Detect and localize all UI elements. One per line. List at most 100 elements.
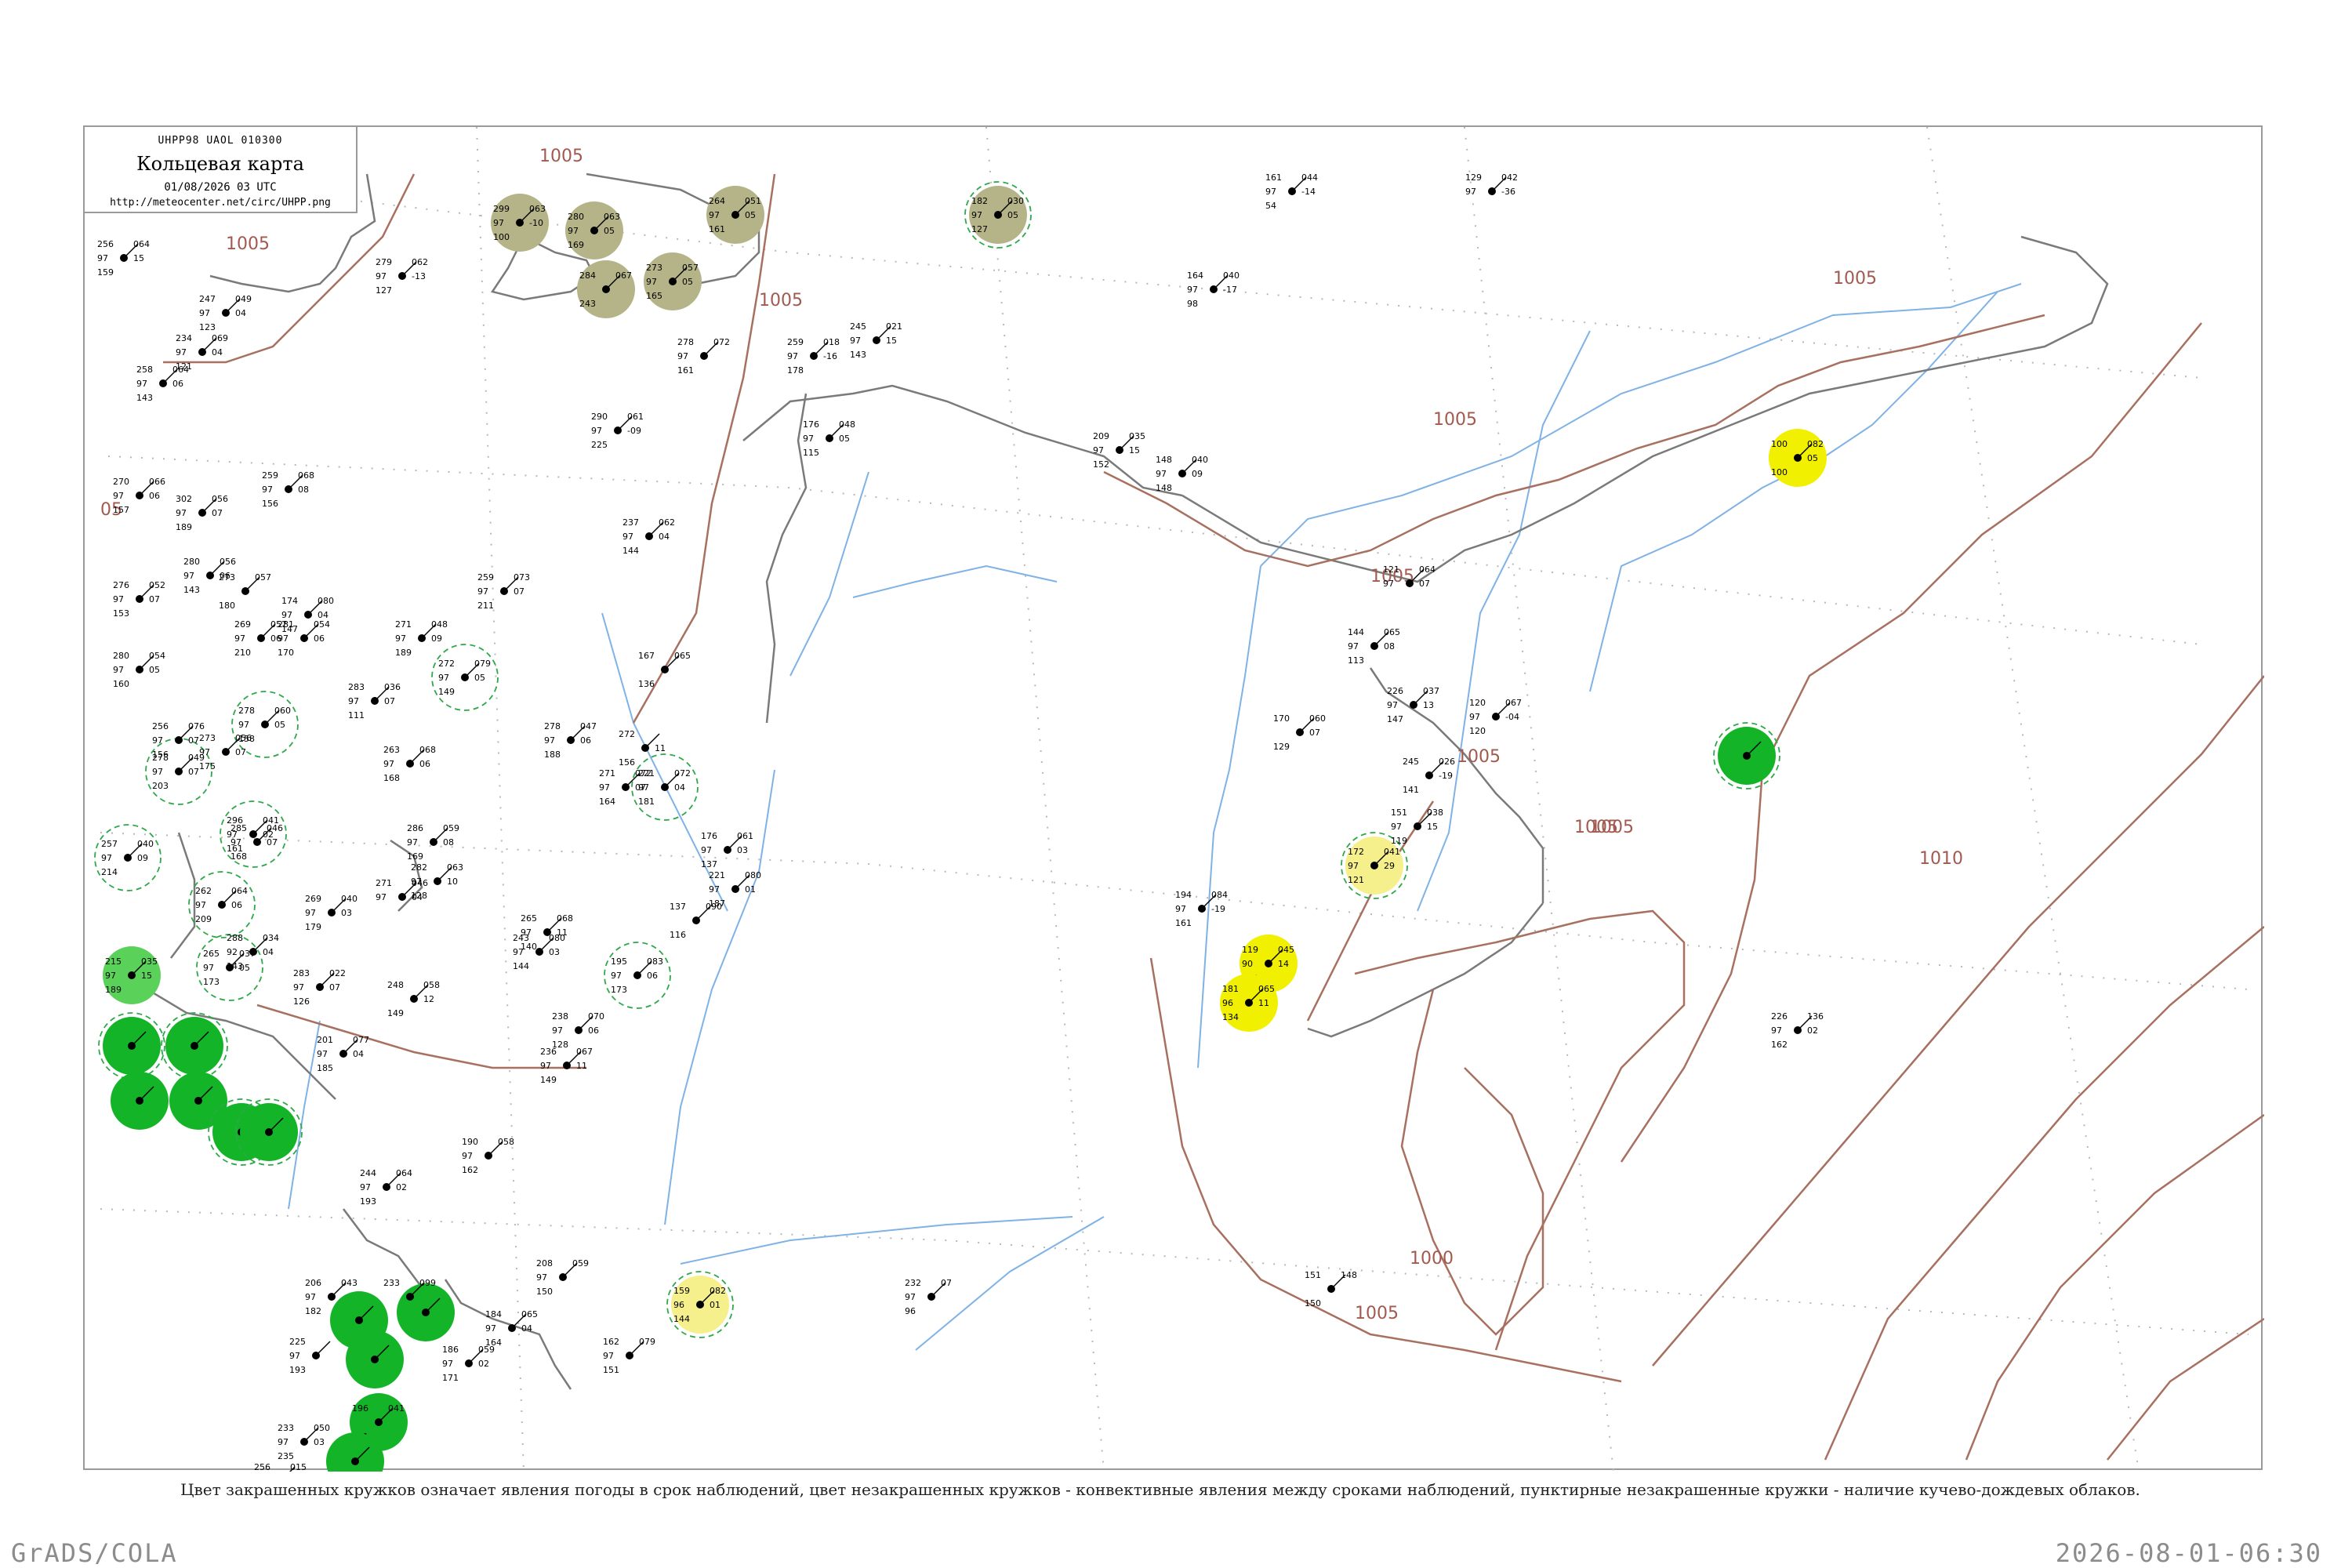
station-model[interactable]: 170 060 07 129 bbox=[1273, 713, 1326, 752]
station-model[interactable] bbox=[1713, 722, 1780, 789]
station-model[interactable]: 257 040 97 09 214 bbox=[94, 824, 162, 891]
station-model[interactable]: 272 11 156 bbox=[619, 729, 666, 768]
station-value-d: 04 bbox=[263, 947, 274, 957]
station-model[interactable]: 176 061 97 03 137 bbox=[701, 831, 753, 869]
station-value-h: 161 bbox=[677, 365, 694, 376]
station-model[interactable]: 286 059 97 08 169 bbox=[407, 823, 459, 862]
station-model[interactable]: 278 072 97 161 bbox=[677, 337, 730, 376]
station-value-t: 036 bbox=[384, 682, 401, 692]
station-model[interactable]: 225 97 193 bbox=[289, 1337, 331, 1375]
station-model[interactable]: 259 073 97 07 211 bbox=[477, 572, 530, 611]
station-model[interactable]: 283 036 97 07 111 bbox=[348, 682, 401, 720]
station-model[interactable]: 209 035 97 15 152 bbox=[1093, 431, 1145, 470]
station-model[interactable] bbox=[161, 1012, 228, 1080]
station-value-d: 06 bbox=[588, 1025, 599, 1036]
station-model[interactable]: 236 067 97 11 149 bbox=[540, 1047, 593, 1085]
station-model[interactable]: 151 038 97 15 119 bbox=[1391, 808, 1443, 846]
station-model[interactable]: 151 148 150 bbox=[1305, 1270, 1357, 1308]
station-value-d: 04 bbox=[353, 1049, 364, 1059]
station-model[interactable]: 162 079 97 151 bbox=[603, 1337, 655, 1375]
station-model[interactable]: 100 082 05 100 bbox=[1769, 429, 1827, 487]
station-model[interactable]: 256 064 97 15 159 bbox=[97, 239, 150, 278]
station-model[interactable]: 259 018 97 -16 178 bbox=[787, 337, 840, 376]
station-model[interactable]: 244 064 97 02 193 bbox=[360, 1168, 412, 1207]
station-model[interactable]: 243 080 97 03 144 bbox=[513, 933, 565, 971]
station-model[interactable]: 190 058 97 162 bbox=[462, 1137, 514, 1175]
station-model[interactable]: 226 037 97 13 147 bbox=[1387, 686, 1439, 724]
station-model[interactable]: 226 136 97 02 162 bbox=[1771, 1011, 1824, 1050]
station-model[interactable]: 159 082 96 01 144 bbox=[666, 1271, 734, 1338]
station-model[interactable]: 273 056 97 07 175 bbox=[199, 733, 252, 771]
station-model[interactable] bbox=[111, 1072, 169, 1130]
station-value-d: 08 bbox=[1384, 641, 1395, 652]
station-model[interactable]: 167 065 136 bbox=[638, 651, 691, 689]
station-model[interactable]: 273 057 97 05 165 bbox=[644, 252, 702, 310]
station-model[interactable]: 194 084 97 -19 161 bbox=[1175, 890, 1228, 928]
station-model[interactable]: 215 035 97 15 189 bbox=[103, 946, 161, 1004]
isobar-label: 1010 bbox=[1919, 849, 1963, 869]
station-model[interactable]: 279 062 97 -13 127 bbox=[376, 257, 428, 296]
station-model[interactable]: 186 059 97 02 171 bbox=[442, 1345, 495, 1383]
station-model[interactable]: 263 068 97 06 168 bbox=[383, 745, 436, 783]
station-model[interactable]: 259 068 97 08 156 bbox=[262, 470, 314, 509]
station-model[interactable]: 283 022 97 07 126 bbox=[293, 968, 346, 1007]
station-model[interactable]: 262 064 97 06 209 bbox=[188, 871, 256, 938]
station-model[interactable]: 271 048 97 09 189 bbox=[395, 619, 448, 658]
station-model[interactable]: 284 067 243 bbox=[577, 260, 635, 318]
station-model[interactable]: 195 083 97 06 173 bbox=[604, 942, 671, 1009]
station-model[interactable]: 299 063 97 -10 100 bbox=[491, 194, 549, 252]
station-model[interactable]: 2560159603251 bbox=[254, 1462, 307, 1472]
station-model[interactable]: 258 064 97 06 143 bbox=[136, 365, 189, 403]
station-model[interactable]: 273 057 180 bbox=[219, 572, 271, 611]
station-model[interactable]: 181 065 96 11 134 bbox=[1220, 974, 1278, 1032]
synoptic-map[interactable]: 1005100510051005100510051005100510051005… bbox=[85, 127, 2264, 1472]
station-model[interactable]: 280 063 97 05 169 bbox=[565, 201, 623, 260]
station-model[interactable]: 269 040 97 03 179 bbox=[305, 894, 358, 932]
station-model[interactable] bbox=[346, 1330, 404, 1388]
station-value-p: 164 bbox=[1187, 270, 1203, 281]
station-model[interactable]: 176 048 97 05 115 bbox=[803, 419, 855, 458]
station-model[interactable]: 285 046 97 07 168 bbox=[230, 823, 283, 862]
station-model[interactable]: 137 090 116 bbox=[670, 902, 722, 940]
station-model[interactable]: 247 049 97 04 123 bbox=[199, 294, 252, 332]
map-url[interactable]: http://meteocenter.net/circ/UHPP.png bbox=[85, 197, 356, 209]
station-model[interactable]: 208 059 97 150 bbox=[536, 1258, 589, 1297]
station-model[interactable]: 233 050 97 03 235 bbox=[278, 1423, 330, 1461]
station-model[interactable]: 248 058 12 149 bbox=[387, 980, 440, 1018]
station-value-t: 066 bbox=[149, 477, 165, 487]
station-model[interactable]: 282 063 97 10 128 bbox=[411, 862, 463, 901]
station-model[interactable]: 270 066 97 06 157 bbox=[113, 477, 165, 515]
station-model[interactable]: 148 040 97 09 148 bbox=[1156, 455, 1208, 493]
station-model[interactable] bbox=[98, 1012, 165, 1080]
station-model[interactable]: 276 052 97 07 153 bbox=[113, 580, 165, 619]
station-model[interactable] bbox=[397, 1283, 455, 1341]
station-model[interactable]: 182 030 97 05 127 bbox=[964, 181, 1032, 249]
station-model[interactable]: 288 034 92 04 143 bbox=[227, 933, 279, 971]
isobar-label: 1005 bbox=[539, 147, 583, 166]
station-model[interactable]: 290 061 97 -09 225 bbox=[591, 412, 644, 450]
station-model[interactable]: 164 040 97 -17 98 bbox=[1187, 270, 1240, 309]
station-model[interactable]: 281 054 97 06 170 bbox=[278, 619, 330, 658]
station-value-t: 059 bbox=[443, 823, 459, 833]
station-model[interactable]: 264 051 97 05 161 bbox=[706, 186, 764, 244]
station-value-p: 279 bbox=[376, 257, 392, 267]
station-value-p: 151 bbox=[1305, 1270, 1321, 1280]
station-model[interactable]: 238 07097 06128 bbox=[552, 1011, 604, 1050]
station-model[interactable]: 245 021 97 15 143 bbox=[850, 321, 902, 360]
station-model[interactable]: 144 065 97 08 113 bbox=[1348, 627, 1400, 666]
station-model[interactable]: 237 062 97 04 144 bbox=[622, 517, 675, 556]
station-model[interactable]: 245 026 -19 141 bbox=[1403, 757, 1455, 795]
station-model[interactable]: 302 056 97 07 189 bbox=[176, 494, 228, 532]
station-model[interactable]: 232 07 97 96 bbox=[905, 1278, 952, 1316]
station-model[interactable]: 278 047 97 06 188 bbox=[544, 721, 597, 760]
station-model[interactable]: 120 067 97 -04 120 bbox=[1469, 698, 1522, 736]
station-model[interactable]: 161 044 97 -14 54 bbox=[1265, 172, 1318, 211]
station-value-p: 286 bbox=[407, 823, 423, 833]
station-model[interactable]: 272 079 97 05 149 bbox=[431, 644, 499, 711]
station-value-p: 265 bbox=[203, 949, 220, 959]
station-model[interactable]: 280 054 97 05 160 bbox=[113, 651, 165, 689]
station-model[interactable]: 201 077 97 04 185 bbox=[317, 1035, 369, 1073]
station-model[interactable]: 129 042 97 -36 bbox=[1465, 172, 1518, 197]
station-model[interactable]: 184 06597 04164 bbox=[485, 1309, 538, 1348]
station-value-h: 180 bbox=[219, 601, 235, 611]
